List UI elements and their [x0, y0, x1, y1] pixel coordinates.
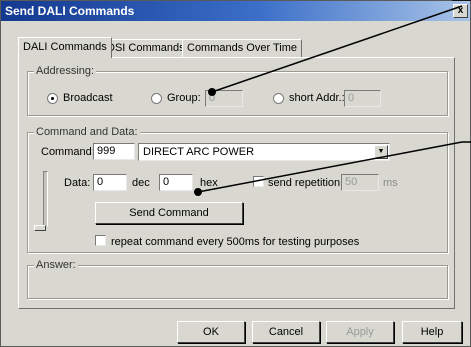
- close-button[interactable]: x: [453, 4, 468, 18]
- repeat-label: repeat command every 500ms for testing p…: [111, 236, 360, 248]
- apply-button[interactable]: Apply: [326, 321, 394, 343]
- broadcast-label: Broadcast: [63, 92, 113, 104]
- ms-label: ms: [383, 177, 398, 189]
- data-dec-field[interactable]: 0: [93, 174, 127, 191]
- tab-commands-over-time[interactable]: Commands Over Time: [182, 39, 303, 57]
- command-select[interactable]: DIRECT ARC POWER ▼: [138, 143, 390, 161]
- group-label: Group:: [167, 92, 201, 104]
- repeat-checkbox[interactable]: [95, 235, 106, 246]
- short-addr-radio[interactable]: [273, 93, 284, 104]
- close-icon: x: [457, 5, 464, 16]
- answer-legend: Answer:: [34, 259, 78, 271]
- answer-group: Answer:: [27, 259, 448, 299]
- short-addr-field[interactable]: 0: [344, 90, 381, 107]
- command-label: Command:: [41, 146, 95, 158]
- broadcast-radio[interactable]: [47, 93, 58, 104]
- window-title: Send DALI Commands: [5, 4, 135, 18]
- send-repetition-label: send repetition:: [268, 177, 344, 189]
- command-select-value: DIRECT ARC POWER: [143, 146, 255, 158]
- chevron-down-icon[interactable]: ▼: [374, 145, 388, 159]
- repetition-field[interactable]: 50: [341, 174, 379, 191]
- hex-label: hex: [200, 177, 218, 189]
- ok-button[interactable]: OK: [177, 321, 245, 343]
- send-repetition-checkbox[interactable]: [253, 176, 264, 187]
- command-legend: Command and Data:: [34, 126, 140, 138]
- help-button[interactable]: Help: [402, 321, 462, 343]
- data-hex-field[interactable]: 0: [159, 174, 193, 191]
- title-bar: Send DALI Commands x: [1, 1, 470, 21]
- send-dali-commands-dialog: Send DALI Commands x DALI Commands DSI C…: [0, 0, 471, 347]
- group-field[interactable]: 0: [205, 90, 243, 107]
- command-number-field[interactable]: 999: [93, 143, 135, 160]
- group-radio[interactable]: [151, 93, 162, 104]
- level-slider-thumb[interactable]: [34, 225, 46, 231]
- short-addr-label: short Addr.:: [289, 92, 345, 104]
- level-slider-track[interactable]: [43, 171, 48, 226]
- cancel-button[interactable]: Cancel: [252, 321, 320, 343]
- send-command-button[interactable]: Send Command: [95, 202, 243, 224]
- addressing-legend: Addressing:: [34, 65, 97, 77]
- tab-dali-commands[interactable]: DALI Commands: [18, 37, 112, 58]
- tab-dsi-commands[interactable]: DSI Commands: [102, 39, 190, 57]
- dec-label: dec: [132, 177, 150, 189]
- data-label: Data:: [64, 177, 91, 189]
